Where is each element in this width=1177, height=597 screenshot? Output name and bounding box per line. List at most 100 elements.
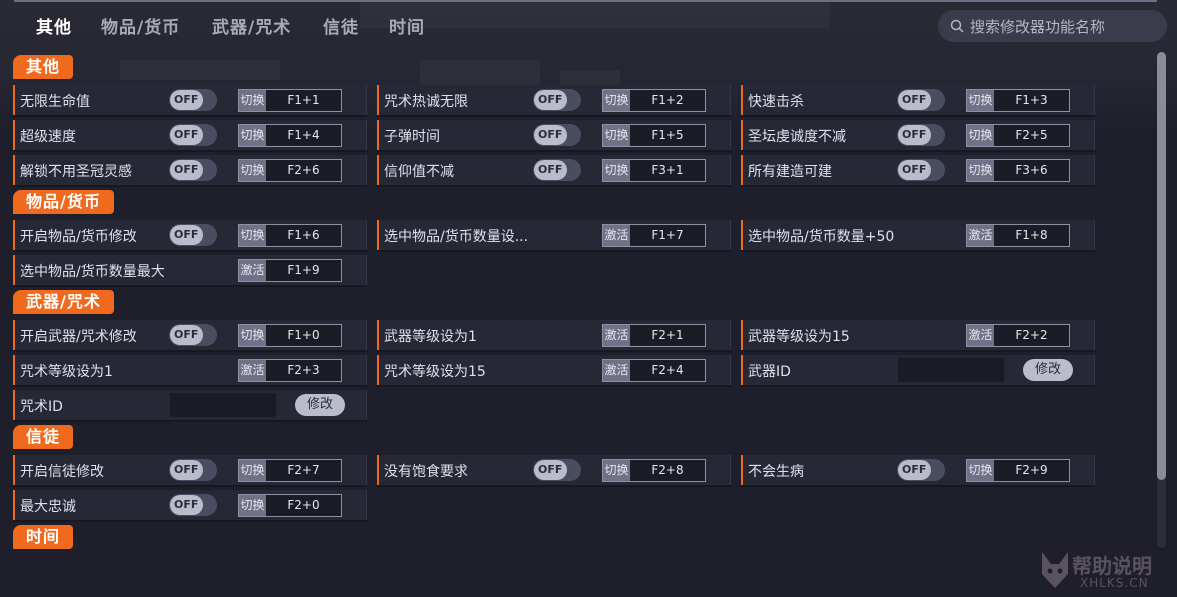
off-toggle[interactable]: OFF bbox=[533, 124, 581, 146]
hotkey-field[interactable]: F2+8 bbox=[630, 460, 705, 481]
cheat-row: 开启物品/货币修改 OFF 切换 F1+6 bbox=[13, 220, 367, 250]
hotkey-field[interactable]: F1+7 bbox=[630, 225, 705, 246]
hotkey-field[interactable]: F1+3 bbox=[994, 90, 1069, 111]
cheat-label: 咒术ID bbox=[20, 399, 63, 415]
tab-weapons-curses[interactable]: 武器/咒术 bbox=[212, 13, 291, 38]
toggle-hotkey-button[interactable]: 切换 bbox=[967, 90, 994, 111]
hotkey-box: 切换 F1+5 bbox=[602, 124, 706, 147]
tab-other[interactable]: 其他 bbox=[36, 13, 72, 38]
toggle-hotkey-button[interactable]: 切换 bbox=[239, 125, 266, 146]
hotkey-field[interactable]: F1+6 bbox=[266, 225, 341, 246]
hotkey-field[interactable]: F2+3 bbox=[266, 360, 341, 381]
scrollbar[interactable] bbox=[1157, 52, 1166, 548]
hotkey-box: 激活 F1+9 bbox=[238, 259, 342, 282]
toggle-state: OFF bbox=[902, 93, 927, 106]
hotkey-field[interactable]: F1+5 bbox=[630, 125, 705, 146]
toggle-state: OFF bbox=[538, 463, 563, 476]
tab-time[interactable]: 时间 bbox=[389, 13, 425, 38]
off-toggle[interactable]: OFF bbox=[169, 224, 217, 246]
toggle-hotkey-button[interactable]: 切换 bbox=[239, 160, 266, 181]
toggle-hotkey-button[interactable]: 切换 bbox=[239, 495, 266, 516]
toggle-hotkey-button[interactable]: 切换 bbox=[603, 90, 630, 111]
off-toggle[interactable]: OFF bbox=[897, 89, 945, 111]
hotkey-box: 激活 F1+7 bbox=[602, 224, 706, 247]
hotkey-field[interactable]: F3+6 bbox=[994, 160, 1069, 181]
cheat-label: 武器ID bbox=[748, 364, 791, 380]
hotkey-field[interactable]: F2+9 bbox=[994, 460, 1069, 481]
hotkey-field[interactable]: F1+8 bbox=[994, 225, 1069, 246]
search-input[interactable]: 搜索修改器功能名称 bbox=[938, 10, 1167, 42]
cheat-label: 所有建造可建 bbox=[748, 164, 832, 180]
off-toggle[interactable]: OFF bbox=[169, 494, 217, 516]
activate-hotkey-button[interactable]: 激活 bbox=[603, 360, 630, 381]
off-toggle[interactable]: OFF bbox=[897, 124, 945, 146]
cheat-label: 咒术等级设为1 bbox=[20, 364, 113, 380]
toggle-hotkey-button[interactable]: 切换 bbox=[967, 160, 994, 181]
off-toggle[interactable]: OFF bbox=[169, 459, 217, 481]
off-toggle[interactable]: OFF bbox=[169, 324, 217, 346]
activate-hotkey-button[interactable]: 激活 bbox=[967, 225, 994, 246]
toggle-hotkey-button[interactable]: 切换 bbox=[603, 160, 630, 181]
hotkey-field[interactable]: F1+4 bbox=[266, 125, 341, 146]
toggle-hotkey-button[interactable]: 切换 bbox=[239, 225, 266, 246]
id-input[interactable] bbox=[170, 393, 276, 417]
off-toggle[interactable]: OFF bbox=[169, 89, 217, 111]
cheat-label: 武器等级设为15 bbox=[748, 329, 850, 345]
off-toggle[interactable]: OFF bbox=[169, 124, 217, 146]
hotkey-field[interactable]: F1+9 bbox=[266, 260, 341, 281]
hotkey-field[interactable]: F3+1 bbox=[630, 160, 705, 181]
hotkey-box: 切换 F2+0 bbox=[238, 494, 342, 517]
id-input[interactable] bbox=[898, 358, 1004, 382]
cheat-label: 咒术等级设为15 bbox=[384, 364, 486, 380]
activate-hotkey-button[interactable]: 激活 bbox=[239, 360, 266, 381]
off-toggle[interactable]: OFF bbox=[533, 459, 581, 481]
off-toggle[interactable]: OFF bbox=[533, 89, 581, 111]
cheat-row: 没有饱食要求 OFF 切换 F2+8 bbox=[377, 455, 731, 485]
scroll-thumb[interactable] bbox=[1157, 52, 1166, 480]
cheat-label: 最大忠诚 bbox=[20, 499, 76, 515]
hotkey-field[interactable]: F2+4 bbox=[630, 360, 705, 381]
toggle-hotkey-button[interactable]: 切换 bbox=[239, 460, 266, 481]
off-toggle[interactable]: OFF bbox=[897, 459, 945, 481]
hotkey-field[interactable]: F1+2 bbox=[630, 90, 705, 111]
off-toggle[interactable]: OFF bbox=[169, 159, 217, 181]
toggle-hotkey-button[interactable]: 切换 bbox=[967, 460, 994, 481]
off-toggle[interactable]: OFF bbox=[897, 159, 945, 181]
toggle-state: OFF bbox=[174, 498, 199, 511]
hotkey-field[interactable]: F1+1 bbox=[266, 90, 341, 111]
toggle-hotkey-button[interactable]: 切换 bbox=[603, 125, 630, 146]
toggle-hotkey-button[interactable]: 切换 bbox=[603, 460, 630, 481]
tab-followers[interactable]: 信徒 bbox=[323, 13, 359, 38]
watermark: 帮助说明 XHLKS.CN bbox=[1036, 546, 1168, 594]
hotkey-field[interactable]: F2+0 bbox=[266, 495, 341, 516]
hotkey-field[interactable]: F2+1 bbox=[630, 325, 705, 346]
toggle-hotkey-button[interactable]: 切换 bbox=[239, 325, 266, 346]
hotkey-field[interactable]: F2+2 bbox=[994, 325, 1069, 346]
activate-hotkey-button[interactable]: 激活 bbox=[603, 325, 630, 346]
toggle-hotkey-button[interactable]: 切换 bbox=[239, 90, 266, 111]
modify-button[interactable]: 修改 bbox=[295, 394, 345, 416]
toggle-hotkey-button[interactable]: 切换 bbox=[967, 125, 994, 146]
cheat-row: 无限生命值 OFF 切换 F1+1 bbox=[13, 85, 367, 115]
cheat-label: 解锁不用圣冠灵感 bbox=[20, 164, 132, 180]
hotkey-box: 激活 F2+2 bbox=[966, 324, 1070, 347]
activate-hotkey-button[interactable]: 激活 bbox=[967, 325, 994, 346]
hotkey-field[interactable]: F2+5 bbox=[994, 125, 1069, 146]
cheat-label: 子弹时间 bbox=[384, 129, 440, 145]
off-toggle[interactable]: OFF bbox=[533, 159, 581, 181]
cheat-label: 信仰值不减 bbox=[384, 164, 454, 180]
cheat-label: 开启物品/货币修改 bbox=[20, 229, 137, 245]
tab-items-currency[interactable]: 物品/货币 bbox=[101, 13, 180, 38]
cheat-row: 所有建造可建 OFF 切换 F3+6 bbox=[741, 155, 1095, 185]
modify-button[interactable]: 修改 bbox=[1023, 359, 1073, 381]
activate-hotkey-button[interactable]: 激活 bbox=[603, 225, 630, 246]
cheat-row: 不会生病 OFF 切换 F2+9 bbox=[741, 455, 1095, 485]
activate-hotkey-button[interactable]: 激活 bbox=[239, 260, 266, 281]
hotkey-field[interactable]: F1+0 bbox=[266, 325, 341, 346]
hotkey-field[interactable]: F2+7 bbox=[266, 460, 341, 481]
hotkey-field[interactable]: F2+6 bbox=[266, 160, 341, 181]
search-placeholder: 搜索修改器功能名称 bbox=[970, 17, 1106, 36]
toggle-state: OFF bbox=[902, 463, 927, 476]
cheat-label: 咒术热诚无限 bbox=[384, 94, 468, 110]
hotkey-box: 激活 F2+3 bbox=[238, 359, 342, 382]
